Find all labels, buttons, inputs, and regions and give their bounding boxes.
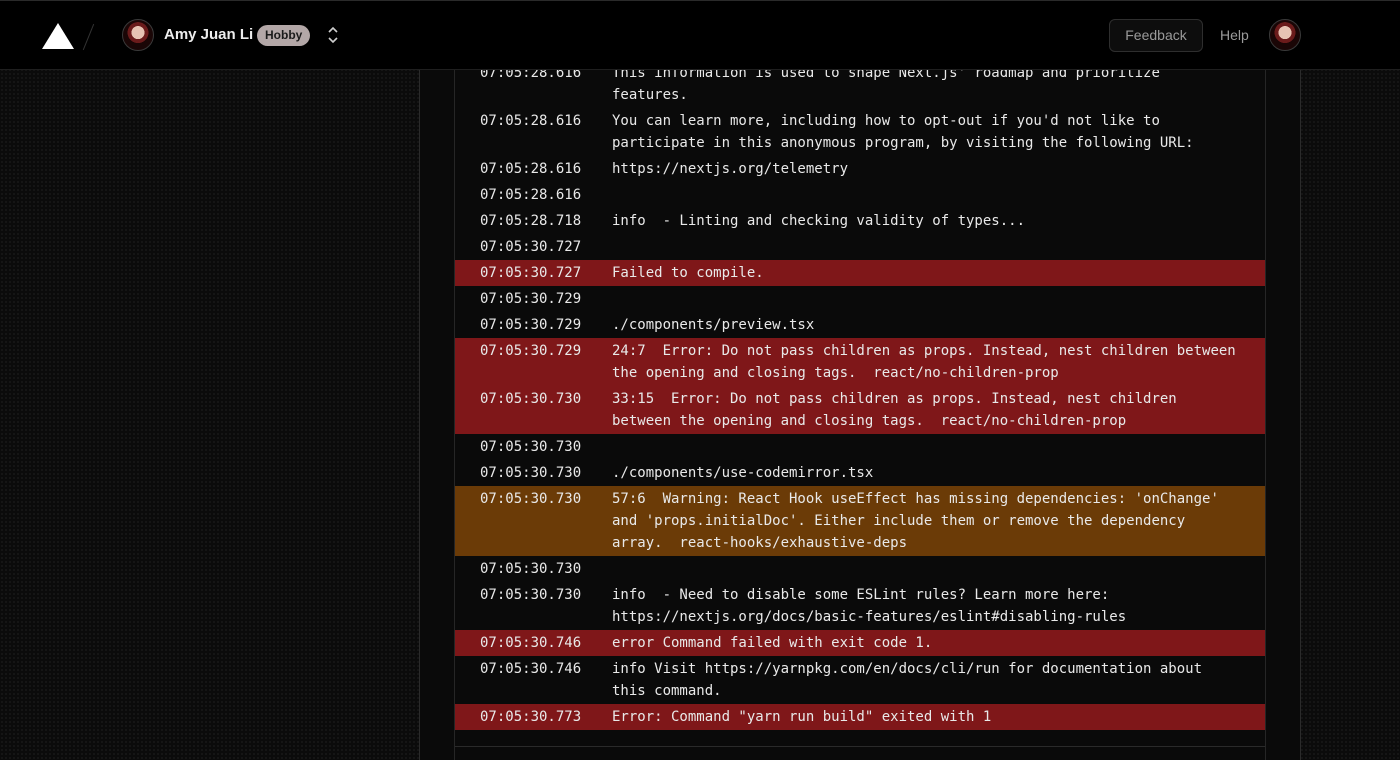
- log-message: error Command failed with exit code 1.: [612, 635, 933, 651]
- log-line-error: 07:05:30.727 Failed to compile.: [455, 260, 1265, 286]
- log-timestamp: 07:05:30.730: [480, 391, 582, 407]
- log-line: 07:05:28.616 https://nextjs.org/telemetry: [455, 156, 1265, 182]
- log-line-warning: 07:05:30.730 57:6 Warning: React Hook use…: [455, 486, 1265, 556]
- log-message: 24:7 Error: Do not pass children as prop…: [612, 343, 1245, 381]
- log-message: ./components/use-codemirror.tsx: [612, 465, 874, 481]
- account-name[interactable]: Amy Juan Li: [164, 26, 253, 43]
- log-message: Failed to compile.: [612, 265, 764, 281]
- user-avatar[interactable]: [122, 19, 154, 51]
- log-message: https://nextjs.org/telemetry: [612, 161, 849, 177]
- log-line-error: 07:05:30.773 Error: Command "yarn run bui…: [455, 704, 1265, 730]
- log-timestamp: 07:05:30.727: [480, 239, 582, 255]
- profile-avatar[interactable]: [1269, 19, 1301, 51]
- log-message: 57:6 Warning: React Hook useEffect has m…: [612, 491, 1228, 551]
- log-timestamp: 07:05:28.616: [480, 187, 582, 203]
- log-message: [612, 288, 1242, 310]
- log-timestamp: 07:05:30.730: [480, 561, 582, 577]
- log-line: 07:05:30.730 info - Need to disable some …: [455, 582, 1265, 630]
- log-timestamp: 07:05:30.729: [480, 291, 582, 307]
- plan-badge: Hobby: [257, 25, 311, 46]
- log-message: info - Linting and checking validity of …: [612, 213, 1026, 229]
- log-message: You can learn more, including how to opt…: [612, 113, 1194, 151]
- log-timestamp: 07:05:30.730: [480, 439, 582, 455]
- breadcrumb-separator: [82, 23, 95, 51]
- log-line: 07:05:30.729: [455, 286, 1265, 312]
- log-line-error: 07:05:30.746 error Command failed with ex…: [455, 630, 1265, 656]
- log-message: info Visit https://yarnpkg.com/en/docs/c…: [612, 661, 1211, 699]
- log-timestamp: 07:05:28.718: [480, 213, 582, 229]
- log-message: [612, 184, 1242, 206]
- feedback-button[interactable]: Feedback: [1109, 19, 1203, 52]
- log-line: 07:05:28.616 You can learn more, includin…: [455, 108, 1265, 156]
- log-message: Error: Command "yarn run build" exited w…: [612, 709, 992, 725]
- log-timestamp: 07:05:30.746: [480, 635, 582, 651]
- vercel-logo-icon[interactable]: [42, 23, 74, 49]
- log-timestamp: 07:05:30.729: [480, 317, 582, 333]
- log-message: [612, 436, 1242, 458]
- log-timestamp: 07:05:30.730: [480, 491, 582, 507]
- log-message: [612, 558, 1242, 580]
- log-timestamp: 07:05:28.616: [480, 113, 582, 129]
- log-end-divider: [455, 746, 1265, 747]
- build-log[interactable]: 07:05:28.616 This information is used to …: [454, 60, 1266, 760]
- log-line: 07:05:30.746 info Visit https://yarnpkg.c…: [455, 656, 1265, 704]
- log-message: [612, 236, 1242, 258]
- log-message: info - Need to disable some ESLint rules…: [612, 587, 1127, 625]
- log-timestamp: 07:05:30.773: [480, 709, 582, 725]
- log-timestamp: 07:05:30.729: [480, 343, 582, 359]
- log-line: 07:05:30.727: [455, 234, 1265, 260]
- log-line: 07:05:28.616: [455, 182, 1265, 208]
- log-line: 07:05:30.730: [455, 434, 1265, 460]
- help-link[interactable]: Help: [1220, 27, 1249, 43]
- log-line: 07:05:28.718 info - Linting and checking …: [455, 208, 1265, 234]
- log-line: 07:05:30.730: [455, 556, 1265, 582]
- log-timestamp: 07:05:30.730: [480, 465, 582, 481]
- log-timestamp: 07:05:30.746: [480, 661, 582, 677]
- log-line: 07:05:30.729 ./components/preview.tsx: [455, 312, 1265, 338]
- chevron-up-down-icon[interactable]: [325, 24, 341, 48]
- log-timestamp: 07:05:30.727: [480, 265, 582, 281]
- log-timestamp: 07:05:30.730: [480, 587, 582, 603]
- log-line: 07:05:30.730 ./components/use-codemirror.…: [455, 460, 1265, 486]
- log-timestamp: 07:05:28.616: [480, 161, 582, 177]
- log-message: ./components/preview.tsx: [612, 317, 815, 333]
- log-line-error: 07:05:30.730 33:15 Error: Do not pass chi…: [455, 386, 1265, 434]
- top-navigation-bar: Amy Juan Li Hobby Feedback Help: [0, 0, 1400, 70]
- chevron-up-down-icon-svg: [328, 26, 338, 44]
- log-message: 33:15 Error: Do not pass children as pro…: [612, 391, 1186, 429]
- log-line-error: 07:05:30.729 24:7 Error: Do not pass chil…: [455, 338, 1265, 386]
